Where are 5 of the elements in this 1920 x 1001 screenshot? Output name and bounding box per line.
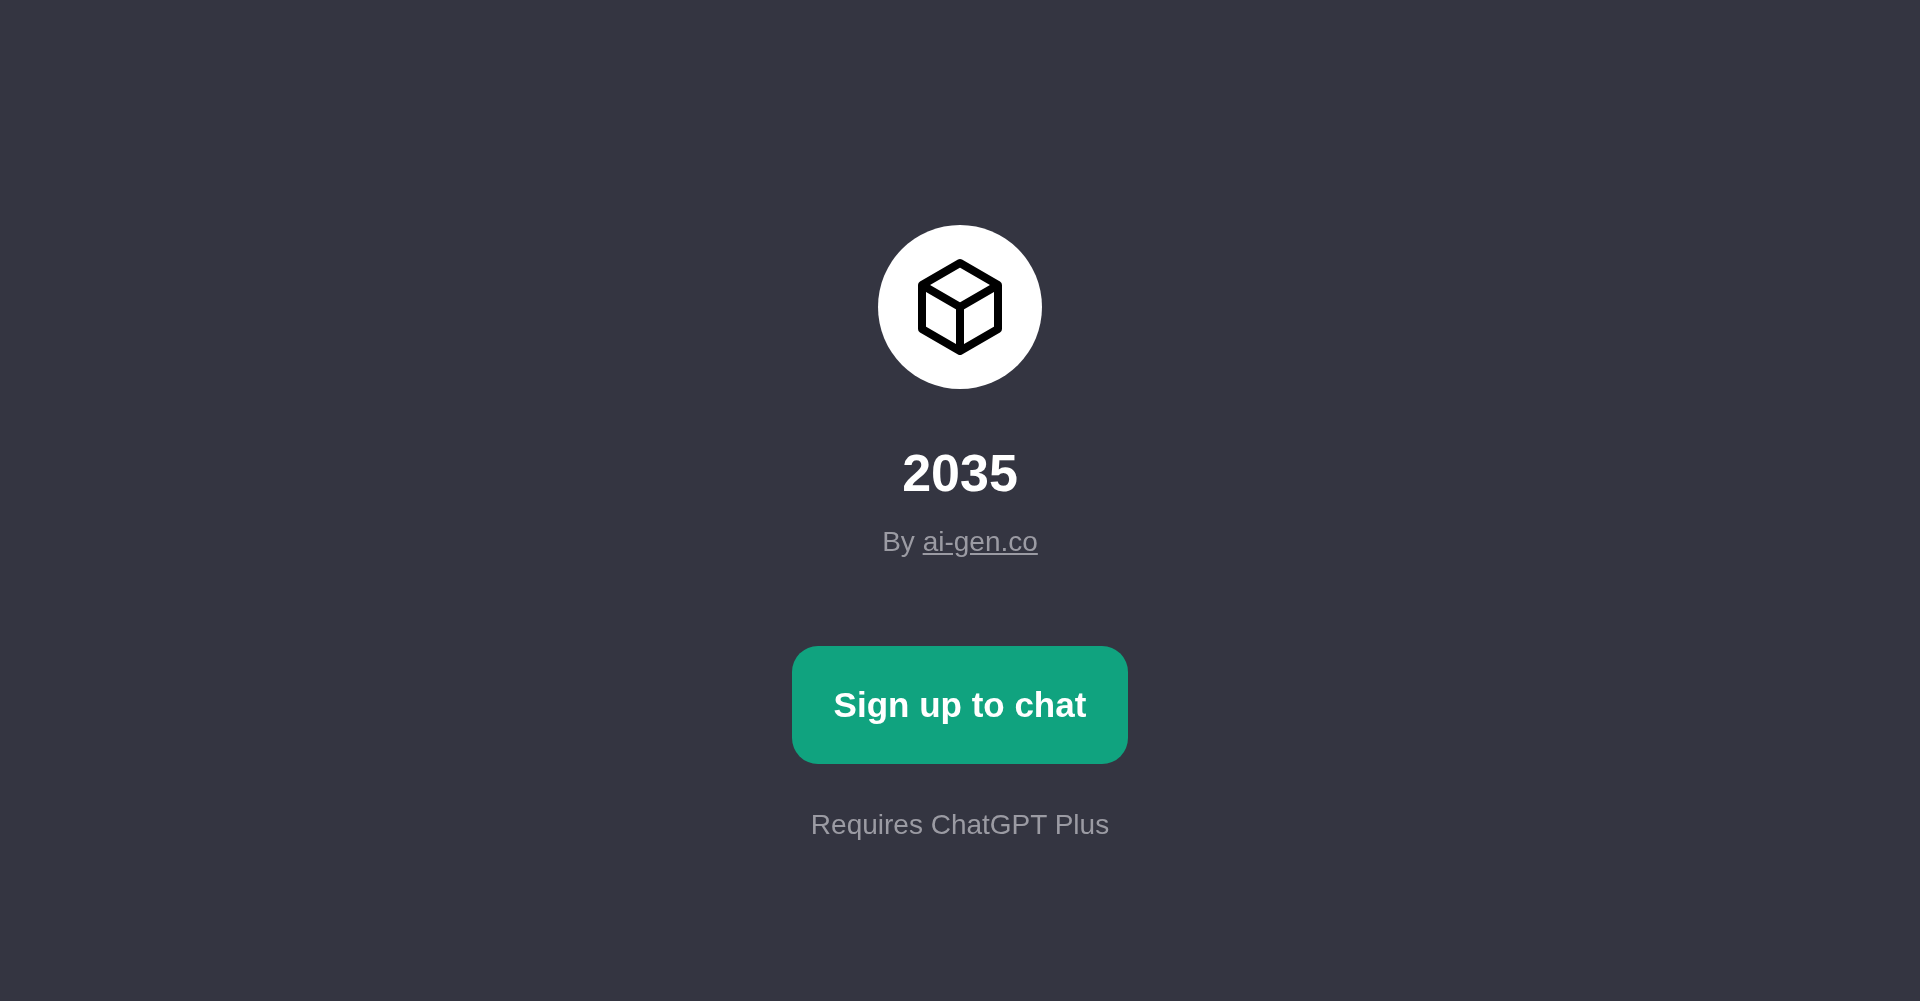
requirement-note: Requires ChatGPT Plus — [810, 808, 1110, 842]
author-byline: By ai-gen.co — [882, 525, 1038, 559]
author-link[interactable]: ai-gen.co — [922, 526, 1038, 557]
gpt-title: 2035 — [902, 443, 1018, 503]
signup-button[interactable]: Sign up to chat — [792, 646, 1128, 764]
